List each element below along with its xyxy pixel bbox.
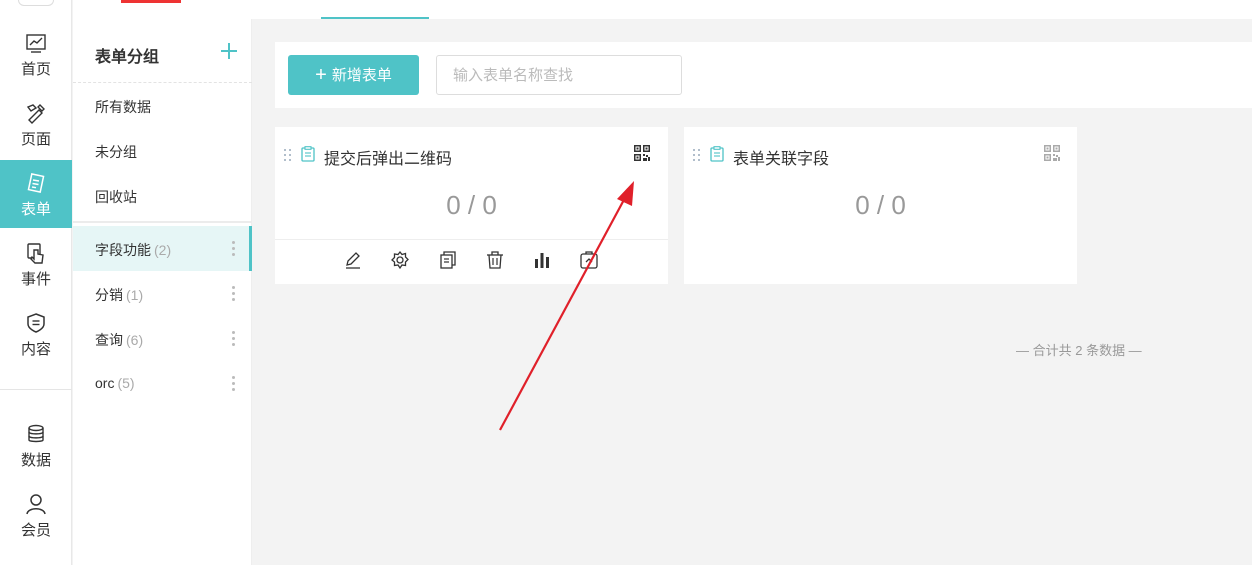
top-bar — [73, 0, 1252, 19]
nav-label: 会员 — [20, 522, 51, 539]
clipboard-icon — [301, 146, 315, 162]
group-item-count: (2) — [154, 242, 172, 258]
qr-code-icon[interactable] — [1043, 144, 1061, 162]
form-card-title[interactable]: 提交后弹出二维码 — [324, 145, 452, 169]
left-nav: 首页 页面 表单 事件 内容 数据 会员 — [0, 0, 72, 565]
divider — [275, 239, 668, 240]
nav-item-content[interactable]: 内容 — [0, 312, 72, 376]
drag-handle-icon[interactable] — [284, 149, 292, 161]
nav-item-pages[interactable]: 页面 — [0, 102, 72, 166]
nav-label: 数据 — [20, 452, 51, 469]
bar-chart-icon[interactable] — [532, 250, 552, 270]
user-icon — [26, 494, 46, 515]
database-icon — [28, 424, 44, 443]
hand-pointer-icon — [27, 243, 44, 264]
nav-divider — [0, 389, 72, 390]
add-form-button[interactable]: + 新增表单 — [288, 55, 419, 95]
form-card-stat: 0 / 0 — [855, 190, 906, 220]
nav-label: 表单 — [20, 201, 51, 218]
form-toolbar: + 新增表单 — [275, 42, 1252, 108]
design-tools-icon — [26, 104, 45, 124]
group-link-ungrouped[interactable]: 未分组 — [95, 142, 137, 162]
copy-icon[interactable] — [438, 250, 458, 270]
group-link-all[interactable]: 所有数据 — [95, 97, 151, 117]
qr-code-icon[interactable] — [633, 144, 651, 162]
group-item-name: 查询 (6) — [95, 332, 144, 348]
settings-icon[interactable] — [390, 250, 410, 270]
divider — [73, 221, 252, 223]
add-form-button-label: 新增表单 — [331, 67, 392, 84]
nav-item-data[interactable]: 数据 — [0, 423, 72, 487]
group-item-count: (6) — [126, 332, 144, 348]
group-item[interactable]: orc (5) — [73, 361, 252, 406]
clipboard-icon — [710, 146, 724, 162]
group-item[interactable]: 字段功能 (2) — [73, 226, 252, 271]
form-card[interactable]: 提交后弹出二维码 0 / 0 — [275, 127, 668, 284]
chart-line-icon — [26, 34, 46, 53]
add-group-icon[interactable] — [219, 41, 239, 61]
export-icon[interactable] — [579, 250, 599, 270]
nav-label: 事件 — [20, 271, 51, 288]
group-item[interactable]: 查询 (6) — [73, 316, 252, 361]
group-item-count: (1) — [126, 287, 144, 303]
divider — [73, 82, 252, 83]
top-status-marker — [121, 0, 181, 3]
group-item-name: 字段功能 (2) — [95, 242, 172, 258]
group-item[interactable]: 分销 (1) — [73, 271, 252, 316]
form-card-title[interactable]: 表单关联字段 — [733, 145, 829, 169]
total-count-text: — 合计共 2 条数据 — — [1016, 343, 1142, 358]
group-item-count: (5) — [117, 375, 135, 391]
top-tab-active-indicator — [321, 17, 429, 19]
form-card[interactable]: 表单关联字段 0 / 0 — [684, 127, 1077, 284]
group-panel: 表单分组 所有数据 未分组 回收站 字段功能 (2) 分销 (1) 查询 (6) or… — [73, 19, 252, 565]
trash-icon[interactable] — [485, 250, 505, 270]
nav-item-forms[interactable]: 表单 — [0, 160, 72, 228]
nav-label: 首页 — [20, 61, 51, 78]
more-vertical-icon[interactable] — [231, 286, 237, 302]
more-vertical-icon[interactable] — [231, 241, 237, 257]
logo — [18, 0, 54, 6]
plus-icon: + — [315, 64, 327, 86]
more-vertical-icon[interactable] — [231, 376, 237, 392]
group-item-name: 分销 (1) — [95, 287, 144, 303]
group-panel-title: 表单分组 — [95, 49, 160, 66]
nav-label: 页面 — [20, 131, 51, 148]
form-edit-icon — [27, 173, 45, 193]
edit-icon[interactable] — [343, 250, 363, 270]
nav-item-events[interactable]: 事件 — [0, 242, 72, 306]
drag-handle-icon[interactable] — [693, 149, 701, 161]
nav-item-home[interactable]: 首页 — [0, 32, 72, 96]
form-search-input[interactable] — [436, 55, 682, 95]
group-link-recycle-bin[interactable]: 回收站 — [95, 187, 137, 207]
shield-doc-icon — [27, 313, 45, 333]
form-card-stat: 0 / 0 — [446, 190, 497, 220]
group-item-name: orc (5) — [95, 375, 135, 391]
nav-label: 内容 — [20, 341, 51, 358]
more-vertical-icon[interactable] — [231, 331, 237, 347]
nav-item-members[interactable]: 会员 — [0, 493, 72, 557]
